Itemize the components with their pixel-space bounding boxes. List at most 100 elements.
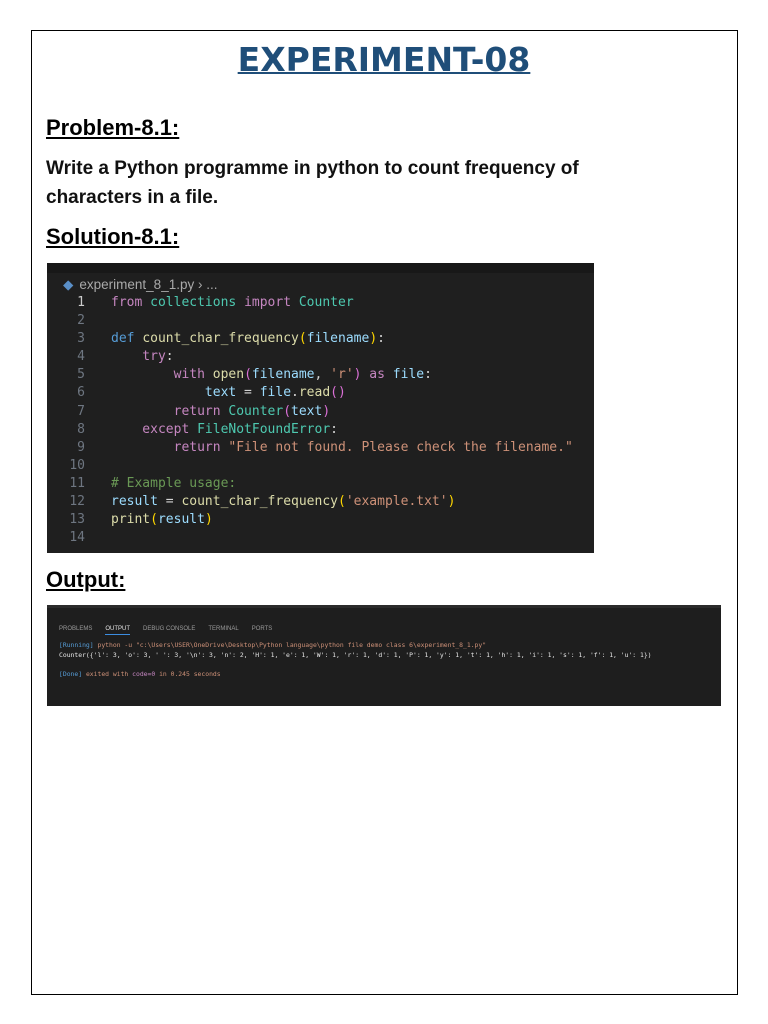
code-token: text [111,385,237,401]
code-token: = [157,494,182,510]
output-running-line: [Running] python -u "c:\Users\USER\OneDr… [59,641,486,649]
code-token: Counter [298,295,354,310]
code-line: 14 [47,529,573,547]
code-lines: 1 from collections import Counter 2 3 def co… [47,294,573,547]
code-token: FileNotFoundError [197,421,331,437]
line-number: 11 [69,475,85,491]
code-token: except [111,421,198,437]
code-token: , [314,367,331,383]
code-token: : [330,421,338,437]
code-line: 12 result = count_char_frequency('example… [47,493,573,511]
code-token: ( [338,494,346,510]
editor-tab-strip [47,263,594,273]
code-line: 8 except FileNotFoundError: [47,421,573,439]
code-token: 'example.txt' [345,494,448,510]
code-token: open [212,367,245,383]
code-token: "File not found. Please check the filena… [228,439,573,455]
code-line: 9 return "File not found. Please check t… [47,439,573,457]
problem-text: Write a Python programme in python to co… [46,158,579,208]
breadcrumb-rest: › ... [197,277,218,292]
code-token: 'r' [330,367,354,383]
code-token: Counter [228,403,284,419]
code-token: result [157,512,205,528]
code-line: 5 with open(filename, 'r') as file: [47,366,573,384]
code-token: ) [447,494,456,510]
tab-debug-console[interactable]: DEBUG CONSOLE [143,626,195,634]
line-number: 12 [69,494,85,510]
code-token: () [330,385,346,401]
code-line: 4 try: [47,348,573,366]
code-token: ) [369,331,378,347]
code-token: return [111,403,229,419]
code-token: collections [150,295,245,310]
code-token: ( [150,512,158,528]
code-line: 1 from collections import Counter [47,294,573,312]
panel-tabs: PROBLEMS OUTPUT DEBUG CONSOLE TERMINAL PORTS [59,626,285,635]
code-token: filename [251,367,315,383]
code-token: : [165,349,174,365]
code-token: as [361,367,393,383]
output-result: Counter({'l': 3, 'o': 3, ' ': 3, '\n': 3… [59,651,652,659]
code-token: ) [322,403,331,419]
code-line: 10 [47,457,573,475]
done-tag: [Done] [59,670,83,678]
run-command: python -u "c:\Users\USER\OneDrive\Deskto… [93,641,487,649]
code-token: ( [298,331,307,347]
code-token: = [236,385,260,401]
line-number: 8 [77,421,85,437]
code-token: # Example usage: [111,475,237,491]
python-file-icon: ◆ [63,277,74,292]
code-screenshot: ◆ experiment_8_1.py › ... 1 from collectio… [47,263,594,553]
line-number: 2 [77,313,85,329]
line-number: 4 [77,349,85,365]
running-tag: [Running] [59,641,94,649]
line-number: 5 [77,367,85,383]
done-code: code=0 [132,670,156,678]
done-text: exited with [82,670,133,678]
code-token: import [244,295,299,310]
line-number: 9 [77,439,85,455]
code-token: ( [283,403,292,419]
code-token: print [111,512,151,528]
line-number: 13 [69,512,85,528]
code-token: filename [306,331,370,347]
code-token: ) [204,512,213,528]
code-token: return [111,439,229,455]
output-screenshot: PROBLEMS OUTPUT DEBUG CONSOLE TERMINAL PORTS… [47,605,721,706]
code-token: . [291,385,299,401]
tab-terminal[interactable]: TERMINAL [208,626,238,634]
output-done-line: [Done] exited with code=0 in 0.245 secon… [59,670,221,678]
code-token: ( [244,367,252,383]
done-time: in 0.245 seconds [155,670,221,678]
code-token: from [111,295,151,310]
code-line: 2 [47,312,573,330]
code-token: : [424,367,432,383]
breadcrumb-file: experiment_8_1.py [79,277,195,292]
code-token: file [259,385,292,401]
line-number: 10 [69,457,85,473]
code-token: text [291,403,323,419]
code-line: 11 # Example usage: [47,475,573,493]
code-line: 6 text = file.read() [47,384,573,402]
line-number: 3 [77,331,85,347]
tab-output[interactable]: OUTPUT [105,626,131,635]
code-token: count_char_frequency [181,494,338,510]
problem-heading: Problem-8.1: [46,115,180,140]
tab-ports[interactable]: PORTS [252,626,273,634]
code-token: read [298,385,331,401]
page-title: EXPERIMENT-08 [237,40,531,79]
breadcrumb: ◆ experiment_8_1.py › ... [63,277,217,293]
output-heading: Output: [46,567,126,592]
code-token: def [111,331,143,347]
line-number: 14 [69,530,85,546]
code-token: with [111,367,213,383]
code-token: count_char_frequency [142,331,299,347]
code-line: 7 return Counter(text) [47,403,573,421]
code-line: 3 def count_char_frequency(filename): [47,330,573,348]
code-token: result [111,494,158,510]
line-number: 7 [77,403,85,419]
tab-problems[interactable]: PROBLEMS [59,626,92,634]
line-number: 1 [77,295,85,310]
code-line: 13 print(result) [47,511,573,529]
line-number: 6 [77,385,85,401]
